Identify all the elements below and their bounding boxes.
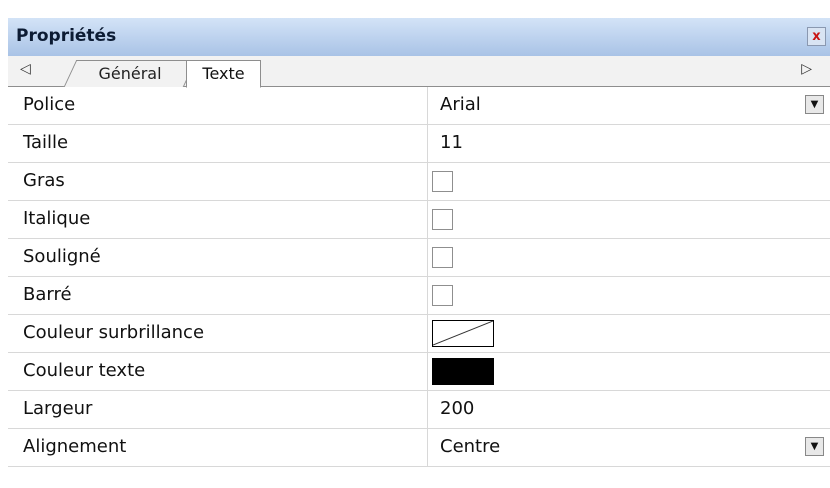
property-grid: Police Arial ▼ Taille 11 Gras Italique S… — [8, 87, 830, 467]
police-value[interactable]: Arial — [428, 87, 830, 124]
property-row-italique: Italique — [8, 201, 830, 239]
property-row-largeur: Largeur 200 — [8, 391, 830, 429]
property-name: Souligné — [23, 239, 428, 276]
alignement-value[interactable]: Centre — [428, 429, 830, 466]
highlight-color-swatch[interactable] — [432, 320, 494, 347]
property-row-couleur-texte: Couleur texte — [8, 353, 830, 391]
property-name: Police — [23, 87, 428, 124]
tab-bar: ◁ Général Texte ▷ — [8, 56, 830, 88]
property-name: Alignement — [23, 429, 428, 466]
alignement-dropdown-icon[interactable]: ▼ — [805, 437, 824, 456]
italique-checkbox[interactable] — [432, 209, 453, 230]
gras-checkbox[interactable] — [432, 171, 453, 192]
scroll-left-icon[interactable]: ◁ — [20, 61, 31, 77]
property-row-gras: Gras — [8, 163, 830, 201]
text-color-swatch[interactable] — [432, 358, 494, 385]
souligne-checkbox[interactable] — [432, 247, 453, 268]
tab-general-label: Général — [98, 64, 162, 83]
property-name: Barré — [23, 277, 428, 314]
property-name: Couleur texte — [23, 353, 428, 390]
property-name: Largeur — [23, 391, 428, 428]
tab-general[interactable]: Général — [63, 60, 197, 87]
properties-panel: Propriétés x ◁ Général Texte ▷ Police Ar… — [8, 18, 830, 488]
property-name: Italique — [23, 201, 428, 238]
panel-titlebar: Propriétés x — [8, 18, 830, 56]
property-row-taille: Taille 11 — [8, 125, 830, 163]
property-row-police: Police Arial ▼ — [8, 87, 830, 125]
property-row-couleur-surbrillance: Couleur surbrillance — [8, 315, 830, 353]
property-row-barre: Barré — [8, 277, 830, 315]
largeur-value[interactable]: 200 — [428, 391, 830, 428]
close-icon: x — [812, 29, 821, 44]
police-dropdown-icon[interactable]: ▼ — [805, 95, 824, 114]
property-name: Gras — [23, 163, 428, 200]
property-name: Taille — [23, 125, 428, 162]
property-name: Couleur surbrillance — [23, 315, 428, 352]
tab-texte-label: Texte — [202, 64, 245, 83]
taille-value[interactable]: 11 — [428, 125, 830, 162]
no-color-icon — [433, 321, 493, 346]
property-row-alignement: Alignement Centre ▼ — [8, 429, 830, 467]
tab-texte[interactable]: Texte — [186, 60, 261, 88]
property-row-souligne: Souligné — [8, 239, 830, 277]
close-button[interactable]: x — [807, 27, 826, 46]
scroll-right-icon[interactable]: ▷ — [801, 61, 812, 77]
panel-title: Propriétés — [16, 26, 117, 46]
barre-checkbox[interactable] — [432, 285, 453, 306]
